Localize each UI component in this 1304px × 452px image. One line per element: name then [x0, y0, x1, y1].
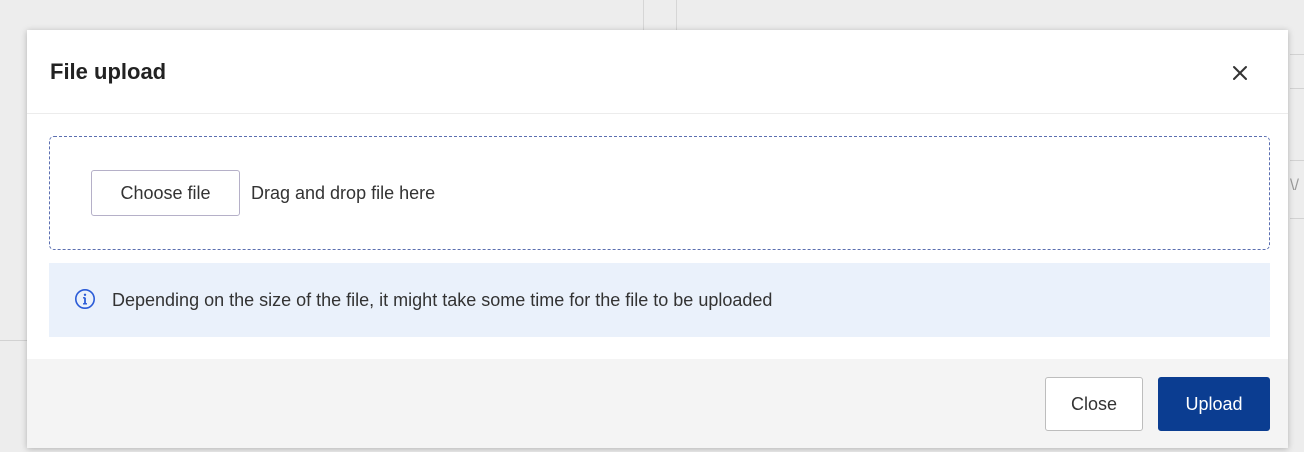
- info-notice: Depending on the size of the file, it mi…: [49, 263, 1270, 337]
- close-icon: [1226, 66, 1254, 90]
- dialog-title: File upload: [50, 59, 167, 84]
- dialog-footer: Close Upload: [27, 359, 1288, 448]
- background-divider: [1290, 54, 1304, 55]
- choose-file-button[interactable]: Choose file: [91, 170, 240, 216]
- background-divider: [1290, 88, 1304, 89]
- close-dialog-button[interactable]: [1226, 59, 1254, 87]
- upload-button[interactable]: Upload: [1158, 377, 1270, 431]
- close-button[interactable]: Close: [1045, 377, 1143, 431]
- background-divider: [1290, 160, 1304, 161]
- background-divider: [1290, 218, 1304, 219]
- info-message: Depending on the size of the file, it mi…: [112, 290, 773, 310]
- dialog-header: File upload: [27, 30, 1288, 114]
- drop-hint-text: Drag and drop file here: [251, 183, 436, 203]
- background-divider: [676, 0, 677, 30]
- info-icon: [74, 288, 96, 310]
- background-text-fragment: \/: [1290, 177, 1299, 194]
- file-dropzone[interactable]: Choose file Drag and drop file here: [49, 136, 1270, 250]
- background-divider: [643, 0, 644, 30]
- background-divider: [0, 340, 27, 341]
- file-upload-dialog: File upload Choose file Drag and drop fi…: [27, 30, 1288, 448]
